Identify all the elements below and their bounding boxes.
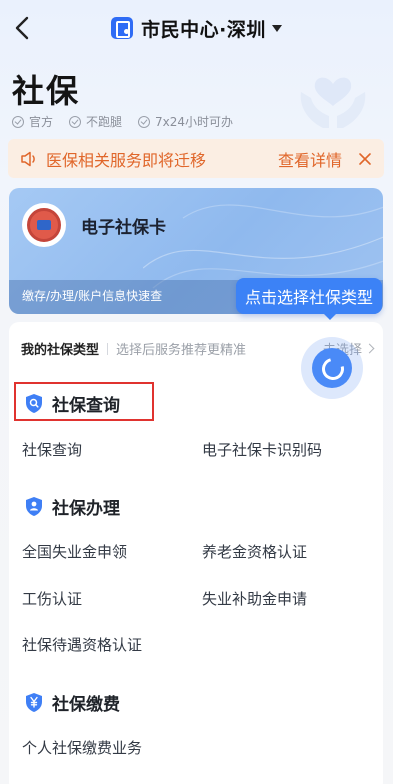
section-header-handle: 社保办理 bbox=[25, 494, 120, 519]
service-item-personal-payment[interactable]: 个人社保缴费业务 bbox=[22, 737, 142, 758]
social-type-label: 我的社保类型 bbox=[21, 343, 100, 358]
card-title: 电子社保卡 bbox=[81, 218, 166, 238]
service-tags: 官方 不跑腿 7x24小时可办 bbox=[12, 113, 249, 130]
top-nav: 市民中心·深圳 bbox=[0, 0, 393, 56]
service-item-card-code[interactable]: 电子社保卡识别码 bbox=[202, 439, 322, 460]
close-icon[interactable] bbox=[358, 152, 372, 166]
service-item-social-query[interactable]: 社保查询 bbox=[22, 439, 82, 460]
notice-banner: 医保相关服务即将迁移 查看详情 bbox=[8, 139, 384, 178]
tag-label: 不跑腿 bbox=[86, 115, 123, 129]
service-item-unemployment-subsidy[interactable]: 失业补助金申请 bbox=[202, 588, 307, 609]
tap-indicator-icon bbox=[312, 348, 352, 388]
social-security-emblem-icon bbox=[22, 203, 66, 247]
guide-pulse-button[interactable] bbox=[301, 337, 363, 399]
check-circle-icon bbox=[138, 115, 151, 128]
speaker-icon bbox=[21, 151, 35, 166]
tag-official: 官方 bbox=[12, 113, 53, 130]
citizen-center-logo-icon bbox=[111, 17, 134, 39]
check-circle-icon bbox=[12, 115, 24, 128]
service-item-pension-certification[interactable]: 养老金资格认证 bbox=[202, 541, 307, 562]
chevron-right-icon bbox=[364, 343, 375, 354]
section-title: 社保缴费 bbox=[52, 695, 120, 715]
caret-down-icon bbox=[271, 24, 282, 32]
search-shield-icon bbox=[26, 394, 42, 413]
section-title: 社保查询 bbox=[52, 396, 120, 416]
hands-heart-illustration-icon bbox=[300, 77, 366, 128]
tag-no-trip: 不跑腿 bbox=[69, 113, 122, 130]
tag-label: 官方 bbox=[29, 115, 54, 129]
social-type-hint: 选择后服务推荐更精准 bbox=[116, 343, 247, 358]
page-title: 社保 bbox=[12, 72, 81, 110]
check-circle-icon bbox=[69, 115, 82, 128]
notice-text: 医保相关服务即将迁移 bbox=[46, 150, 207, 170]
card-subtitle: 缴存/办理/账户信息快速查 bbox=[22, 289, 163, 303]
select-type-tooltip[interactable]: 点击选择社保类型 bbox=[236, 278, 382, 320]
tag-24h: 7x24小时可办 bbox=[138, 113, 233, 130]
section-header-query: 社保查询 bbox=[25, 391, 120, 416]
section-title: 社保办理 bbox=[52, 499, 120, 519]
service-item-unemployment-claim[interactable]: 全国失业金申领 bbox=[22, 541, 127, 562]
city-switcher[interactable]: 市民中心·深圳 bbox=[0, 14, 393, 42]
yen-shield-icon bbox=[26, 693, 42, 712]
section-header-payment: 社保缴费 bbox=[25, 690, 120, 715]
divider bbox=[107, 342, 109, 355]
view-details-link[interactable]: 查看详情 bbox=[278, 147, 342, 171]
nav-title: 市民中心·深圳 bbox=[141, 18, 266, 41]
service-item-benefit-certification[interactable]: 社保待遇资格认证 bbox=[22, 634, 142, 655]
person-shield-icon bbox=[26, 497, 42, 516]
tag-label: 7x24小时可办 bbox=[155, 115, 234, 129]
service-item-work-injury[interactable]: 工伤认证 bbox=[22, 588, 82, 609]
